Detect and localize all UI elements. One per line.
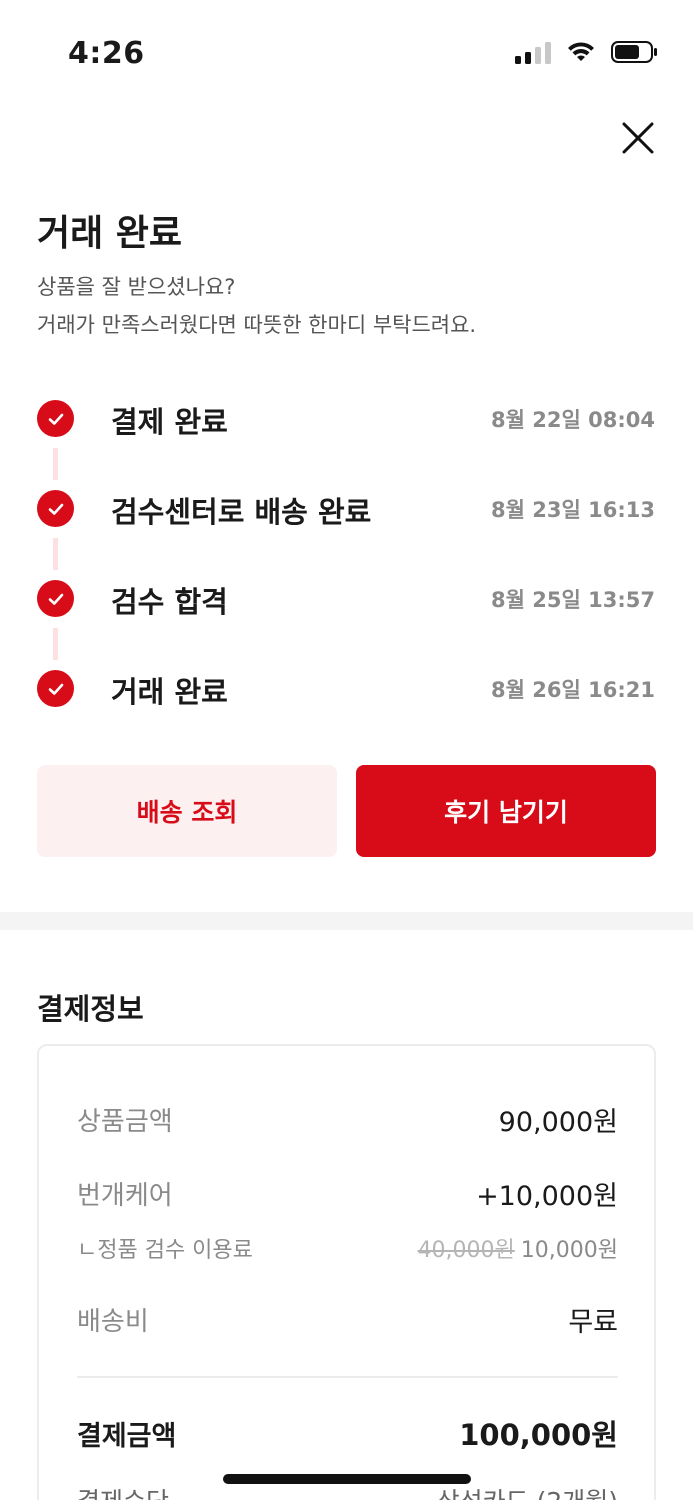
check-circle-icon <box>37 400 74 437</box>
close-icon <box>622 122 654 154</box>
timeline-connector <box>53 448 58 480</box>
payment-row-value: 90,000원 <box>498 1107 618 1138</box>
payment-section-title: 결제정보 <box>37 992 144 1026</box>
status-time: 4:26 <box>68 36 145 71</box>
home-indicator <box>223 1474 471 1484</box>
page-subtitle: 상품을 잘 받으셨나요? 거래가 만족스러웠다면 따뜻한 한마디 부탁드려요. <box>37 268 476 344</box>
payment-row-shipping: 배송비 무료 <box>77 1300 618 1339</box>
check-circle-icon <box>37 670 74 707</box>
battery-icon <box>611 41 657 63</box>
timeline-step-label: 검수센터로 배송 완료 <box>111 495 372 529</box>
payment-row-label: 결제금액 <box>77 1420 177 1452</box>
payment-row-inspection-fee: ㄴ정품 검수 이용료 40,000원 10,000원 <box>77 1232 618 1264</box>
timeline-step-label: 거래 완료 <box>111 675 228 709</box>
status-bar: 4:26 <box>0 0 693 100</box>
timeline-step-shipped: 검수센터로 배송 완료 8월 23일 16:13 <box>0 480 693 540</box>
track-shipping-button[interactable]: 배송 조회 <box>37 765 337 857</box>
close-button[interactable] <box>616 116 660 160</box>
payment-row-label: 결제수단 <box>77 1482 169 1500</box>
status-icons <box>515 40 659 64</box>
write-review-button[interactable]: 후기 남기기 <box>356 765 656 857</box>
subtitle-line-2: 거래가 만족스러웠다면 따뜻한 한마디 부탁드려요. <box>37 313 477 337</box>
original-price: 40,000원 <box>417 1238 515 1263</box>
payment-row-total: 결제금액 100,000원 <box>77 1412 618 1454</box>
wifi-icon <box>568 42 594 61</box>
timeline-step-label: 검수 합격 <box>111 585 228 619</box>
timeline-step-payment: 결제 완료 8월 22일 08:04 <box>0 390 693 450</box>
payment-row-value: 40,000원 10,000원 <box>418 1232 618 1264</box>
check-circle-icon <box>37 490 74 527</box>
payment-row-label: 상품금액 <box>77 1107 173 1137</box>
timeline-step-date: 8월 23일 16:13 <box>491 498 655 522</box>
timeline-step-date: 8월 26일 16:21 <box>491 678 655 702</box>
payment-row-method: 결제수단 삼성카드 (2개월) <box>77 1482 618 1500</box>
check-circle-icon <box>37 580 74 617</box>
payment-row-value: 무료 <box>568 1307 618 1338</box>
payment-row-label: 배송비 <box>77 1307 149 1337</box>
card-divider <box>77 1376 618 1378</box>
timeline-connector <box>53 538 58 570</box>
discounted-price: 10,000원 <box>520 1238 618 1263</box>
timeline-step-date: 8월 25일 13:57 <box>491 588 655 612</box>
payment-row-value: +10,000원 <box>476 1181 618 1212</box>
payment-row-value: 삼성카드 (2개월) <box>437 1482 618 1500</box>
timeline-step-inspection: 검수 합격 8월 25일 13:57 <box>0 570 693 630</box>
payment-row-care: 번개케어 +10,000원 <box>77 1174 618 1213</box>
payment-row-label: ㄴ정품 검수 이용료 <box>77 1238 253 1263</box>
payment-row-value: 100,000원 <box>459 1418 618 1452</box>
cellular-signal-icon <box>515 40 551 64</box>
timeline-connector <box>53 628 58 660</box>
section-divider <box>0 912 693 930</box>
payment-row-label: 번개케어 <box>77 1181 173 1211</box>
subtitle-line-1: 상품을 잘 받으셨나요? <box>37 275 236 299</box>
payment-row-product-price: 상품금액 90,000원 <box>77 1100 618 1139</box>
timeline-step-date: 8월 22일 08:04 <box>491 408 655 432</box>
timeline-step-complete: 거래 완료 8월 26일 16:21 <box>0 660 693 720</box>
payment-card: 상품금액 90,000원 번개케어 +10,000원 ㄴ정품 검수 이용료 40… <box>37 1044 656 1500</box>
page-title: 거래 완료 <box>37 213 183 254</box>
timeline-step-label: 결제 완료 <box>111 405 228 439</box>
